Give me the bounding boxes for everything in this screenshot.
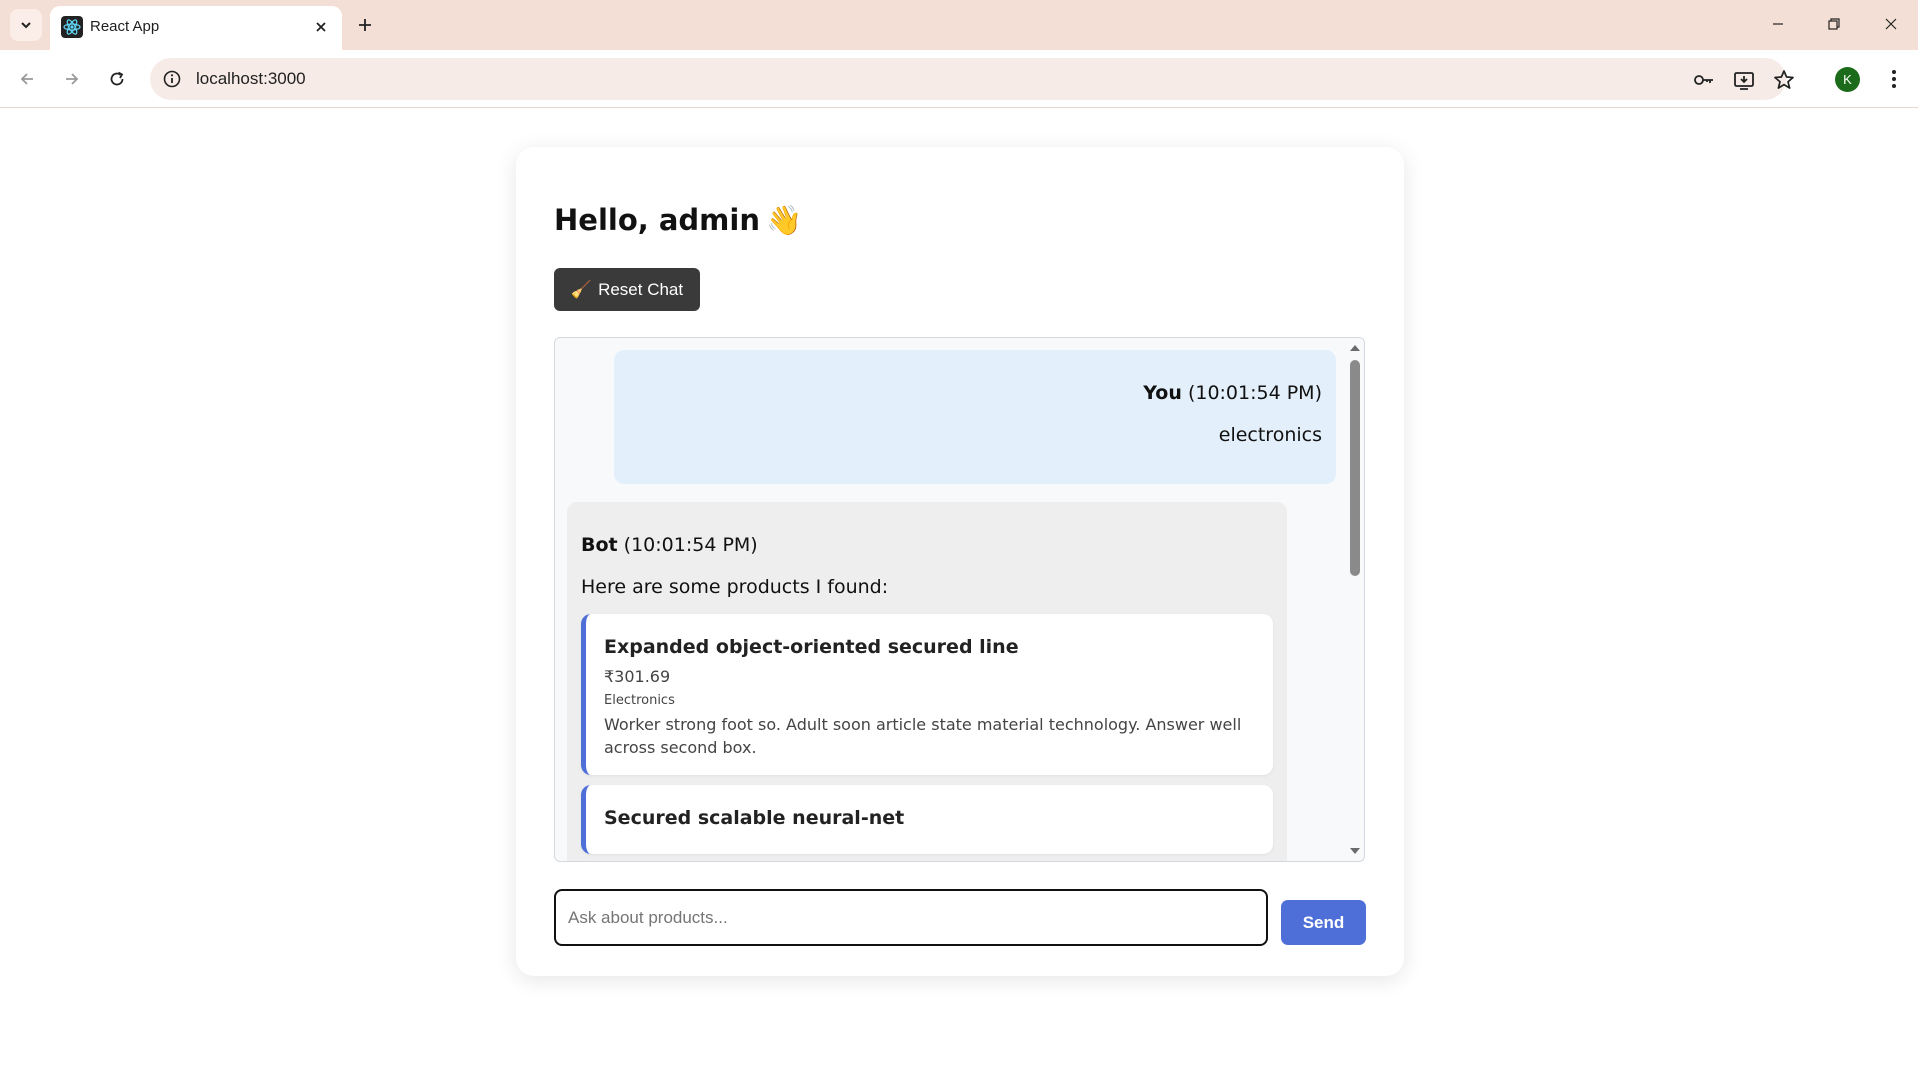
- user-message: You (10:01:54 PM) electronics: [614, 350, 1336, 484]
- send-button[interactable]: Send: [1281, 900, 1366, 945]
- message-sender: You: [1143, 382, 1182, 404]
- scroll-down-arrow-icon[interactable]: [1349, 845, 1361, 857]
- broom-icon: 🧹: [570, 279, 593, 299]
- bot-message: Bot (10:01:54 PM) Here are some products…: [567, 502, 1287, 861]
- waving-hand-emoji: 👋: [766, 203, 803, 237]
- new-tab-icon[interactable]: [352, 12, 378, 38]
- chat-card: Hello, admin 👋 🧹 Reset Chat You (10:01:54…: [516, 147, 1404, 976]
- reset-chat-button[interactable]: 🧹 Reset Chat: [554, 268, 700, 311]
- reset-chat-label: Reset Chat: [598, 279, 684, 299]
- site-info-icon[interactable]: [162, 69, 182, 89]
- browser-tab-bar: React App: [0, 0, 1918, 50]
- message-sender: Bot: [581, 534, 618, 556]
- more-menu-icon[interactable]: [1880, 65, 1908, 93]
- page-title: Hello, admin 👋: [554, 203, 802, 238]
- product-card[interactable]: Expanded object-oriented secured line ₹3…: [581, 614, 1273, 775]
- message-time: (10:01:54 PM): [1187, 382, 1322, 404]
- product-description: Worker strong foot so. Adult soon articl…: [604, 715, 1242, 757]
- tab-title: React App: [90, 18, 160, 35]
- product-name: Expanded object-oriented secured line: [604, 636, 1019, 658]
- bookmark-star-icon[interactable]: [1772, 68, 1796, 92]
- reload-icon[interactable]: [101, 63, 133, 95]
- minimize-icon[interactable]: [1758, 8, 1798, 40]
- chevron-down-icon: [21, 22, 31, 29]
- message-text: Here are some products I found:: [581, 576, 889, 598]
- greeting-text: Hello, admin: [554, 203, 760, 237]
- message-text: electronics: [1218, 424, 1322, 446]
- product-card[interactable]: Secured scalable neural-net: [581, 785, 1273, 854]
- password-key-icon[interactable]: [1692, 68, 1716, 92]
- message-time: (10:01:54 PM): [623, 534, 758, 556]
- address-bar[interactable]: localhost:3000: [150, 58, 1794, 100]
- tab-search-button[interactable]: [10, 9, 42, 41]
- chat-scrollbar[interactable]: [1346, 338, 1364, 861]
- close-tab-icon[interactable]: [310, 16, 332, 38]
- url-text[interactable]: localhost:3000: [196, 69, 306, 89]
- profile-avatar[interactable]: K: [1835, 67, 1860, 92]
- message-meta: Bot (10:01:54 PM): [581, 534, 1273, 556]
- message-meta: You (10:01:54 PM): [614, 382, 1322, 404]
- browser-toolbar: localhost:3000 K: [0, 50, 1918, 108]
- chat-input[interactable]: [554, 889, 1268, 946]
- close-window-icon[interactable]: [1871, 8, 1911, 40]
- product-name: Secured scalable neural-net: [604, 807, 905, 829]
- back-arrow-icon[interactable]: [11, 63, 43, 95]
- forward-arrow-icon[interactable]: [56, 63, 88, 95]
- product-price: ₹301.69: [604, 667, 671, 686]
- scrollbar-thumb[interactable]: [1350, 360, 1360, 576]
- browser-tab-active[interactable]: React App: [50, 6, 342, 50]
- react-logo-icon: [61, 16, 83, 38]
- product-category: Electronics: [604, 693, 675, 708]
- install-app-icon[interactable]: [1732, 68, 1756, 92]
- chat-messages-panel[interactable]: You (10:01:54 PM) electronics Bot (10:01…: [554, 337, 1365, 862]
- scroll-up-arrow-icon[interactable]: [1349, 342, 1361, 354]
- restore-icon[interactable]: [1814, 8, 1854, 40]
